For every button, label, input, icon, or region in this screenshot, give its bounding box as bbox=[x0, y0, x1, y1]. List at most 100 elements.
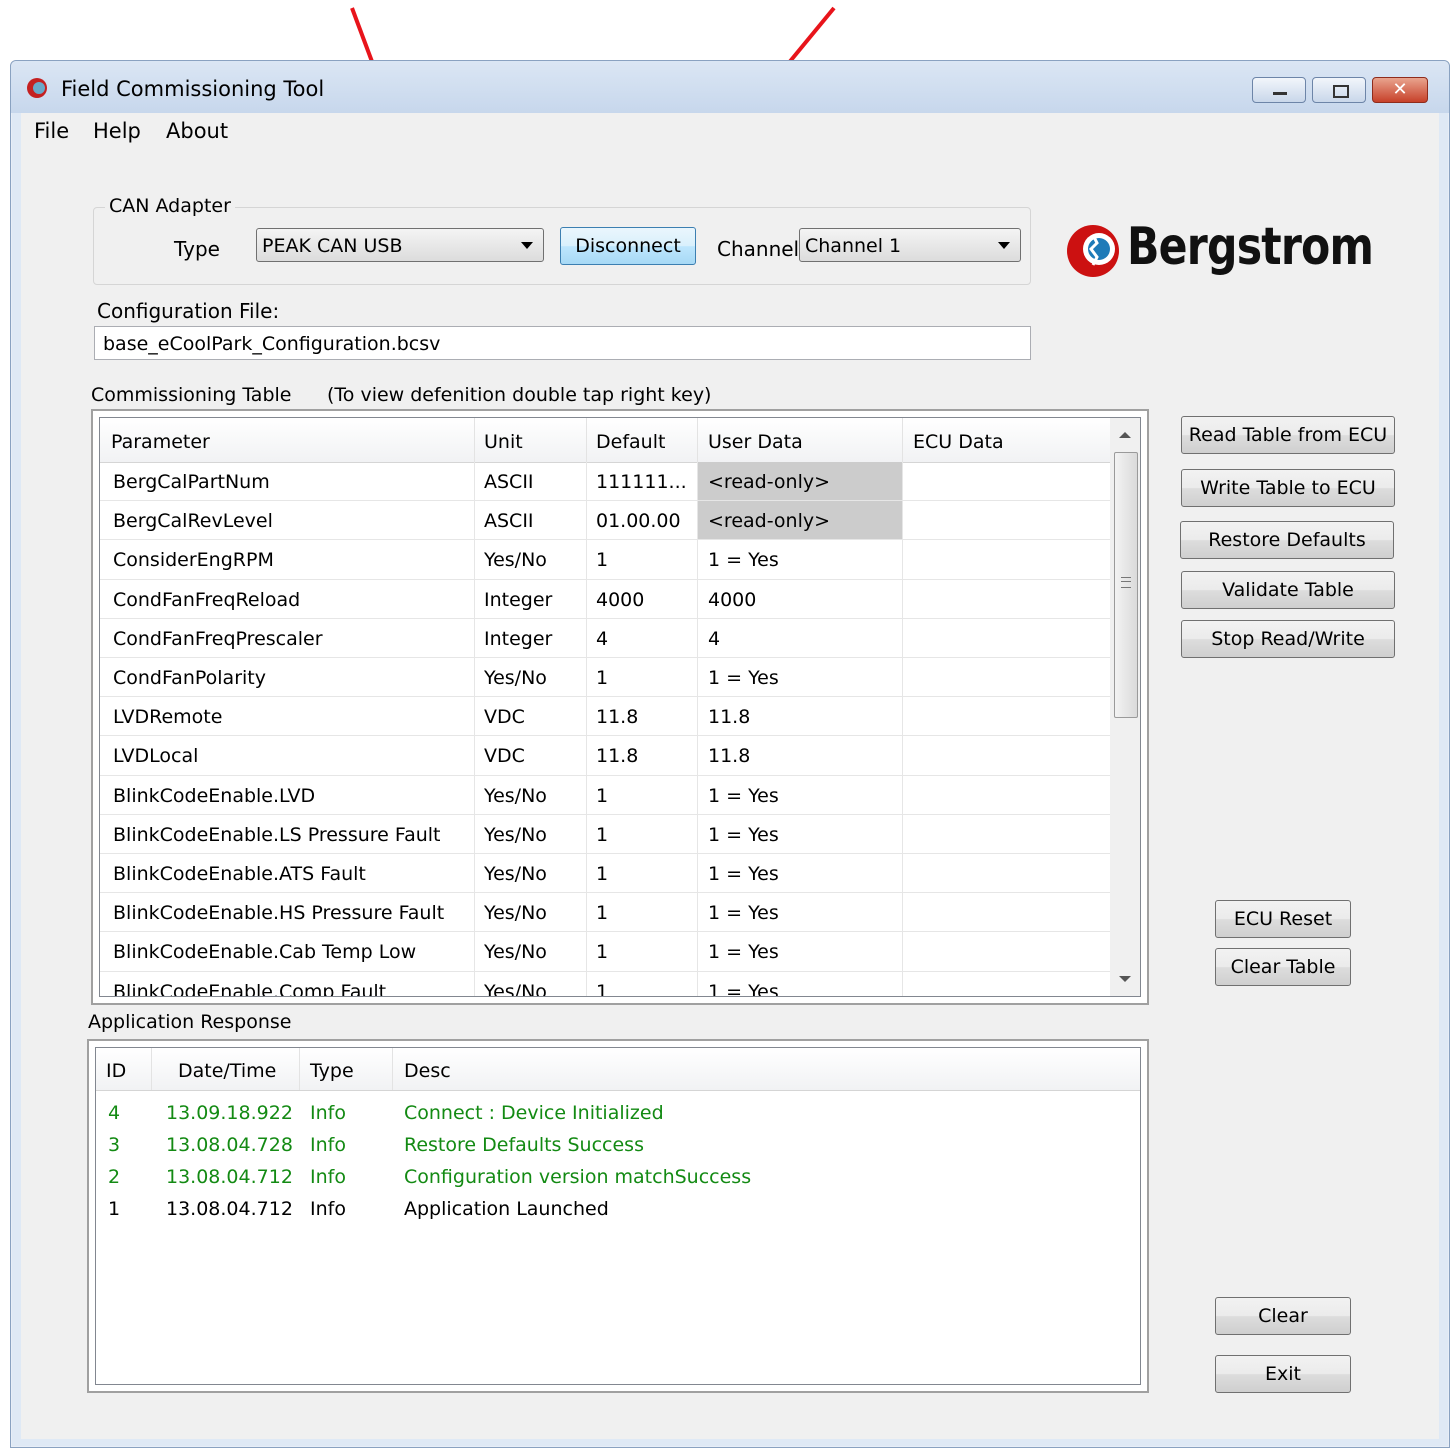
cell-user-data[interactable]: 4000 bbox=[708, 589, 756, 611]
list-item[interactable]: 4 13.09.18.922 Info Connect : Device Initia… bbox=[96, 1098, 1140, 1130]
cell-user-data[interactable]: 1 = Yes bbox=[708, 785, 779, 807]
commissioning-table[interactable]: Parameter Unit Default User Data ECU Dat… bbox=[91, 409, 1149, 1005]
commissioning-table-inner: Parameter Unit Default User Data ECU Dat… bbox=[99, 417, 1141, 997]
table-row[interactable]: LVDRemote VDC 11.8 11.8 bbox=[100, 697, 1110, 737]
scroll-thumb[interactable] bbox=[1114, 452, 1138, 718]
bergstrom-logo-icon bbox=[1067, 225, 1119, 277]
list-item[interactable]: 2 13.08.04.712 Info Configuration version m… bbox=[96, 1162, 1140, 1194]
exit-button[interactable]: Exit bbox=[1215, 1355, 1351, 1393]
cell-user-data[interactable]: 1 = Yes bbox=[708, 824, 779, 846]
cell-user-data[interactable]: <read-only> bbox=[708, 510, 830, 532]
col-header-unit[interactable]: Unit bbox=[484, 431, 523, 453]
table-row[interactable]: BlinkCodeEnable.Comp Fault Yes/No 1 1 = Yes bbox=[100, 972, 1110, 997]
resp-type: Info bbox=[310, 1166, 346, 1188]
resp-col-desc[interactable]: Desc bbox=[404, 1060, 451, 1082]
resp-col-datetime[interactable]: Date/Time bbox=[178, 1060, 276, 1082]
minimize-button[interactable] bbox=[1252, 77, 1306, 103]
title-bar[interactable]: Field Commissioning Tool ✕ bbox=[11, 61, 1449, 113]
type-label: Type bbox=[174, 237, 220, 261]
type-combo[interactable]: PEAK CAN USB bbox=[256, 228, 544, 262]
stop-read-write-button[interactable]: Stop Read/Write bbox=[1181, 620, 1395, 658]
resp-id: 3 bbox=[108, 1134, 121, 1156]
clear-table-button[interactable]: Clear Table bbox=[1215, 948, 1351, 986]
can-adapter-title: CAN Adapter bbox=[105, 195, 235, 217]
cell-unit: Yes/No bbox=[484, 667, 547, 689]
resp-id: 1 bbox=[108, 1198, 121, 1220]
cell-user-data[interactable]: <read-only> bbox=[708, 471, 830, 493]
grip-icon bbox=[1121, 577, 1131, 588]
table-row[interactable]: CondFanFreqReload Integer 4000 4000 bbox=[100, 580, 1110, 619]
cell-user-data[interactable]: 1 = Yes bbox=[708, 902, 779, 924]
table-row[interactable]: BergCalRevLevel ASCII 01.00.00 <read-only> bbox=[100, 501, 1110, 541]
resp-type: Info bbox=[310, 1198, 346, 1220]
clear-button[interactable]: Clear bbox=[1215, 1297, 1351, 1335]
table-row[interactable]: BlinkCodeEnable.ATS Fault Yes/No 1 1 = Yes bbox=[100, 854, 1110, 894]
resp-col-type[interactable]: Type bbox=[310, 1060, 354, 1082]
cell-user-data[interactable]: 11.8 bbox=[708, 706, 750, 728]
cell-parameter: CondFanFreqPrescaler bbox=[113, 627, 323, 650]
channel-combo-value: Channel 1 bbox=[805, 235, 902, 257]
col-header-ecu-data[interactable]: ECU Data bbox=[913, 431, 1004, 453]
read-table-button[interactable]: Read Table from ECU bbox=[1181, 416, 1395, 454]
cell-user-data[interactable]: 1 = Yes bbox=[708, 981, 779, 996]
col-header-user-data[interactable]: User Data bbox=[708, 431, 803, 453]
table-row[interactable]: BlinkCodeEnable.LVD Yes/No 1 1 = Yes bbox=[100, 776, 1110, 815]
cell-default: 1 bbox=[596, 980, 609, 997]
cell-unit: Yes/No bbox=[484, 549, 547, 572]
config-file-label: Configuration File: bbox=[97, 299, 280, 323]
restore-defaults-button[interactable]: Restore Defaults bbox=[1180, 521, 1394, 559]
close-icon: ✕ bbox=[1392, 79, 1408, 100]
config-file-field[interactable]: base_eCoolPark_Configuration.bcsv bbox=[94, 326, 1031, 360]
table-row[interactable]: BlinkCodeEnable.LS Pressure Fault Yes/No 1… bbox=[100, 815, 1110, 854]
ecu-reset-button[interactable]: ECU Reset bbox=[1215, 900, 1351, 938]
maximize-button[interactable] bbox=[1312, 77, 1366, 103]
menu-help[interactable]: Help bbox=[93, 119, 141, 143]
menu-file[interactable]: File bbox=[34, 119, 69, 143]
scroll-up-icon[interactable] bbox=[1119, 432, 1131, 438]
bergstrom-logo-text: Bergstrom bbox=[1127, 217, 1374, 277]
resp-desc: Application Launched bbox=[404, 1198, 609, 1220]
write-table-button[interactable]: Write Table to ECU bbox=[1181, 469, 1395, 507]
cell-user-data[interactable]: 1 = Yes bbox=[708, 941, 779, 963]
table-row[interactable]: ConsiderEngRPM Yes/No 1 1 = Yes bbox=[100, 540, 1110, 580]
cell-parameter: BlinkCodeEnable.Cab Temp Low bbox=[113, 941, 417, 964]
resp-id: 2 bbox=[108, 1166, 121, 1188]
resp-type: Info bbox=[310, 1134, 346, 1156]
resp-datetime: 13.08.04.712 bbox=[166, 1166, 293, 1188]
cell-unit: VDC bbox=[484, 706, 525, 729]
table-row[interactable]: BlinkCodeEnable.HS Pressure Fault Yes/No 1… bbox=[100, 893, 1110, 933]
scroll-down-icon[interactable] bbox=[1119, 976, 1131, 982]
cell-user-data[interactable]: 1 = Yes bbox=[708, 667, 779, 689]
channel-combo[interactable]: Channel 1 bbox=[799, 228, 1021, 262]
table-scrollbar[interactable] bbox=[1110, 418, 1140, 996]
cell-user-data[interactable]: 1 = Yes bbox=[708, 863, 779, 885]
table-row[interactable]: CondFanFreqPrescaler Integer 4 4 bbox=[100, 619, 1110, 658]
minimize-icon bbox=[1273, 92, 1287, 95]
cell-default: 111111... bbox=[596, 471, 687, 493]
cell-default: 1 bbox=[596, 823, 609, 846]
cell-user-data[interactable]: 1 = Yes bbox=[708, 549, 779, 571]
list-item[interactable]: 1 13.08.04.712 Info Application Launched bbox=[96, 1194, 1140, 1226]
menu-about[interactable]: About bbox=[166, 119, 228, 143]
cell-default: 1 bbox=[596, 863, 609, 885]
list-item[interactable]: 3 13.08.04.728 Info Restore Defaults Succes… bbox=[96, 1130, 1140, 1162]
table-row[interactable]: BlinkCodeEnable.Cab Temp Low Yes/No 1 1 = Y… bbox=[100, 932, 1110, 972]
cell-default: 1 bbox=[596, 549, 609, 572]
cell-unit: Yes/No bbox=[484, 902, 547, 925]
table-row[interactable]: LVDLocal VDC 11.8 11.8 bbox=[100, 736, 1110, 776]
cell-unit: Integer bbox=[484, 588, 553, 611]
col-header-parameter[interactable]: Parameter bbox=[111, 431, 210, 453]
table-row[interactable]: CondFanPolarity Yes/No 1 1 = Yes bbox=[100, 658, 1110, 698]
close-button[interactable]: ✕ bbox=[1372, 77, 1428, 103]
resp-col-id[interactable]: ID bbox=[106, 1060, 126, 1082]
application-response-panel[interactable]: ID Date/Time Type Desc 4 13.09.18.922 Info… bbox=[87, 1039, 1149, 1393]
cell-parameter: BlinkCodeEnable.LS Pressure Fault bbox=[113, 823, 441, 846]
col-header-default[interactable]: Default bbox=[596, 431, 665, 453]
cell-user-data[interactable]: 11.8 bbox=[708, 745, 750, 767]
cell-unit: Yes/No bbox=[484, 823, 547, 846]
table-row[interactable]: BergCalPartNum ASCII 111111... <read-only> bbox=[100, 462, 1110, 502]
disconnect-button[interactable]: Disconnect bbox=[560, 227, 696, 265]
cell-user-data[interactable]: 4 bbox=[708, 628, 720, 650]
cell-default: 4 bbox=[596, 627, 609, 650]
validate-table-button[interactable]: Validate Table bbox=[1181, 571, 1395, 609]
